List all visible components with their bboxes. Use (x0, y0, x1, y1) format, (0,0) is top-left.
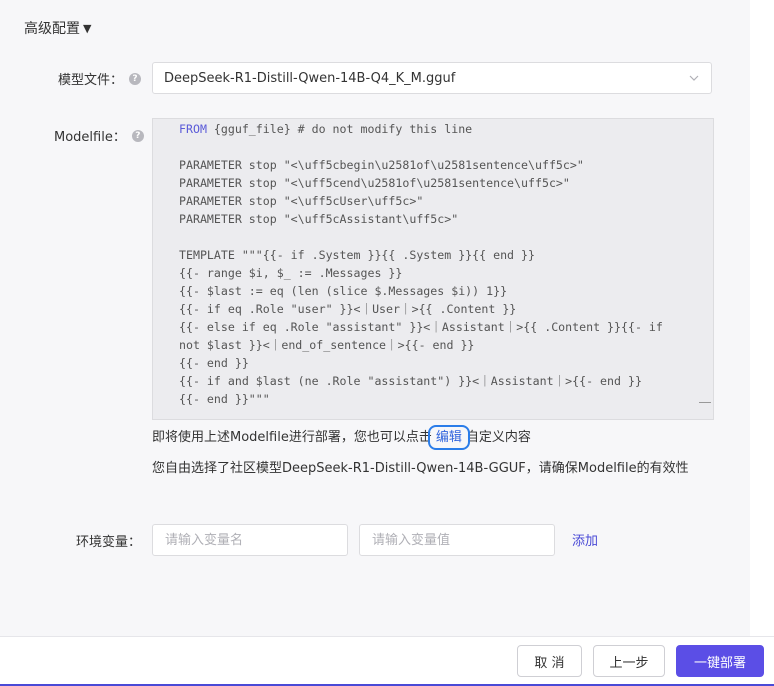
model-file-select[interactable]: DeepSeek-R1-Distill-Qwen-14B-Q4_K_M.gguf (152, 62, 712, 94)
advanced-config-toggle[interactable]: 高级配置 ▼ (24, 18, 91, 38)
env-name-input[interactable] (152, 524, 348, 556)
modelfile-label: Modelfile： (54, 130, 126, 145)
chevron-down-icon (689, 75, 699, 81)
code-line: TEMPLATE """{{- if .System }}{{ .System … (179, 248, 535, 262)
community-model-note: 您自由选择了社区模型DeepSeek-R1-Distill-Qwen-14B-G… (152, 461, 689, 476)
one-click-deploy-button[interactable]: 一键部署 (676, 645, 764, 677)
code-line: PARAMETER stop "<\uff5cUser\uff5c>" (179, 194, 424, 208)
hint-text-before: 即将使用上述Modelfile进行部署，您也可以点击 (152, 430, 432, 445)
code-line-rest: {gguf_file} # do not modify this line (206, 122, 473, 136)
model-file-value: DeepSeek-R1-Distill-Qwen-14B-Q4_K_M.gguf (164, 70, 456, 86)
modelfile-hint: 即将使用上述Modelfile进行部署，您也可以点击 编辑 自定义内容 (152, 425, 531, 450)
code-line: PARAMETER stop "<\uff5cAssistant\uff5c>" (179, 212, 459, 226)
help-icon[interactable]: ? (129, 72, 142, 85)
model-file-label: 模型文件： (58, 73, 124, 88)
advanced-config-title: 高级配置 (24, 21, 80, 37)
caret-down-icon: ▼ (83, 21, 92, 35)
code-line: {{- range $i, $_ := .Messages }} (179, 266, 403, 280)
model-file-label-row: 模型文件： ? (58, 69, 142, 88)
code-line: {{- else if eq .Role "assistant" }}<｜Ass… (179, 320, 663, 334)
code-line: {{- end }} (179, 356, 249, 370)
code-line: {{- end }}""" (179, 392, 270, 406)
resize-handle[interactable] (699, 402, 711, 403)
code-line: PARAMETER stop "<\uff5cbegin\u2581of\u25… (179, 158, 584, 172)
code-line: not $last }}<｜end_of_sentence｜>{{- end }… (179, 338, 475, 352)
code-line: PARAMETER stop "<\uff5cend\u2581of\u2581… (179, 176, 570, 190)
env-label: 环境变量： (76, 535, 142, 550)
env-value-input[interactable] (359, 524, 555, 556)
code-line: FROM {gguf_file} # do not modify this li… (179, 120, 713, 138)
code-line: {{- if and $last (ne .Role "assistant") … (179, 374, 642, 388)
code-line: {{- if eq .Role "user" }}<｜User｜>{{ .Con… (179, 302, 517, 316)
previous-step-button[interactable]: 上一步 (593, 645, 665, 677)
hint-text-after: 自定义内容 (465, 430, 531, 445)
code-keyword: FROM (179, 122, 207, 136)
scroll-gutter (750, 0, 774, 636)
modelfile-label-row: Modelfile： ? (54, 126, 144, 145)
code-line: {{- $last := eq (len (slice $.Messages $… (179, 284, 508, 298)
modelfile-editor[interactable]: FROM {gguf_file} # do not modify this li… (152, 118, 714, 420)
edit-link[interactable]: 编辑 (427, 425, 470, 450)
modelfile-code: FROM {gguf_file} # do not modify this li… (153, 119, 713, 408)
cancel-button[interactable]: 取 消 (517, 645, 582, 677)
add-env-button[interactable]: 添加 (572, 530, 598, 549)
help-icon[interactable]: ? (131, 129, 144, 142)
